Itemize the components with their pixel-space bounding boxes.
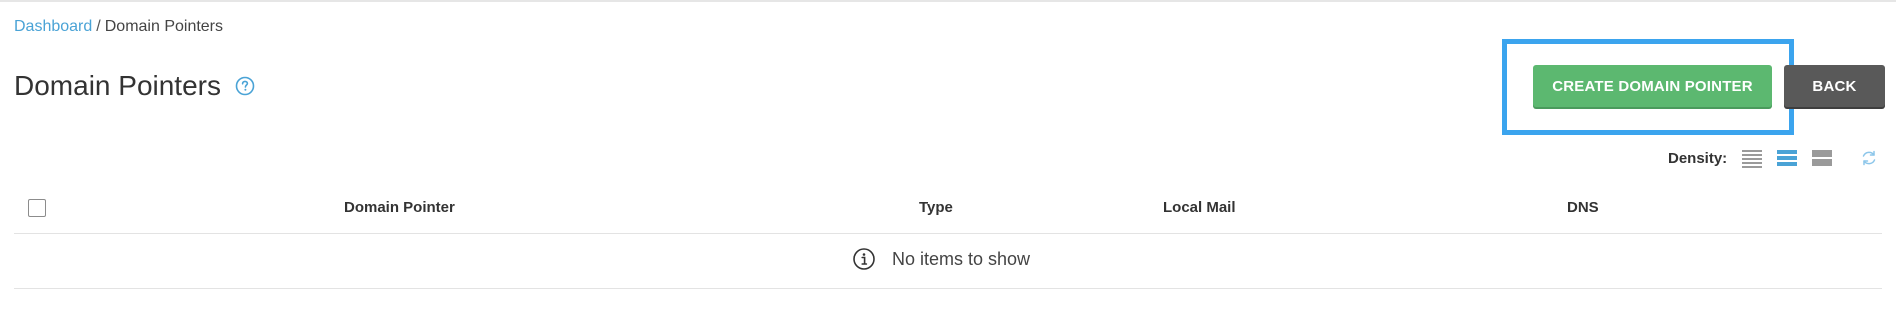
column-header-dns[interactable]: DNS — [1567, 190, 1599, 234]
density-control: Density: — [1668, 148, 1878, 168]
column-header-local-mail[interactable]: Local Mail — [1163, 190, 1236, 234]
density-label: Density: — [1668, 149, 1728, 167]
empty-message: No items to show — [892, 248, 1031, 269]
refresh-icon[interactable] — [1860, 149, 1878, 167]
table-header: Domain Pointer Type Local Mail DNS — [14, 190, 1882, 234]
select-all-checkbox[interactable] — [28, 199, 46, 217]
page-title: Domain Pointers — [14, 70, 221, 101]
empty-state-row: No items to show — [14, 234, 1882, 289]
breadcrumb: Dashboard / Domain Pointers — [14, 17, 223, 37]
top-divider — [0, 0, 1896, 2]
column-header-domain-pointer[interactable]: Domain Pointer — [344, 190, 455, 234]
density-normal-icon[interactable] — [1776, 148, 1798, 168]
density-compact-icon[interactable] — [1741, 148, 1763, 168]
empty-state: No items to show — [852, 247, 1030, 271]
domain-pointers-table: Domain Pointer Type Local Mail DNS No it… — [14, 190, 1882, 289]
column-header-type[interactable]: Type — [919, 190, 953, 234]
density-comfortable-icon[interactable] — [1811, 148, 1833, 168]
page-header: Domain Pointers — [14, 69, 255, 103]
breadcrumb-dashboard-link[interactable]: Dashboard — [14, 18, 92, 35]
breadcrumb-separator: / — [96, 18, 101, 35]
breadcrumb-current: Domain Pointers — [104, 18, 224, 35]
create-domain-pointer-button[interactable]: CREATE DOMAIN POINTER — [1533, 65, 1772, 107]
info-circle-icon — [852, 247, 876, 271]
back-button[interactable]: BACK — [1784, 65, 1885, 107]
question-circle-icon[interactable] — [235, 76, 255, 96]
